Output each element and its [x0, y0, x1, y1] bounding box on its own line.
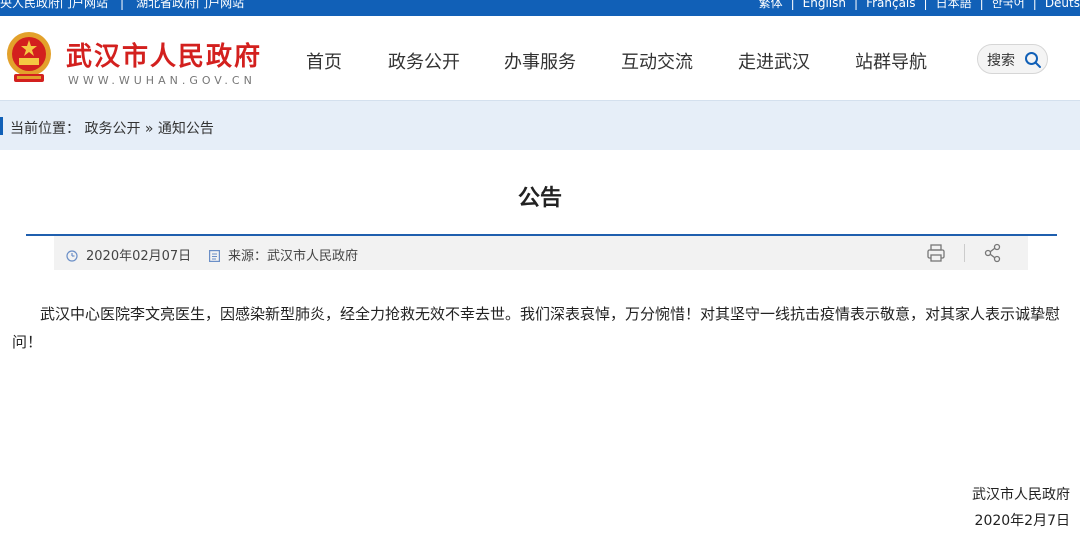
nav-interaction[interactable]: 互动交流: [621, 48, 693, 74]
lang-korean-link[interactable]: 한국어: [992, 0, 1025, 10]
lang-traditional-link[interactable]: 繁体: [759, 0, 783, 10]
nav-services[interactable]: 办事服务: [504, 48, 576, 74]
nav-about-wuhan[interactable]: 走进武汉: [738, 48, 810, 74]
nav-government-affairs[interactable]: 政务公开: [388, 48, 460, 74]
search-button[interactable]: 搜索: [977, 44, 1048, 74]
signature-org: 武汉市人民政府: [972, 487, 1070, 503]
article-meta-bar: 2020年02月07日 来源：武汉市人民政府: [54, 236, 1028, 270]
language-links: 繁体 | English | Français | 日本語 | 한국어 | Deuts: [759, 0, 1080, 10]
article-source: 来源：武汉市人民政府: [209, 245, 358, 264]
search-icon: [1025, 52, 1041, 68]
clock-icon: [66, 250, 78, 262]
site-url: WWW.WUHAN.GOV.CN: [68, 74, 256, 87]
lang-japanese-link[interactable]: 日本語: [936, 0, 972, 10]
print-icon[interactable]: [925, 242, 947, 264]
separator: |: [120, 0, 125, 10]
article-title: 公告: [517, 186, 562, 211]
publish-date: 2020年02月07日: [66, 245, 191, 264]
site-title[interactable]: 武汉市人民政府: [66, 36, 262, 73]
breadcrumb: 当前位置： 政务公开 » 通知公告: [0, 100, 1080, 150]
article-body: 武汉中心医院李文亮医生，因感染新型肺炎，经全力抢救无效不幸去世。我们深表哀悼，万…: [12, 305, 1061, 351]
article-actions: [925, 242, 1004, 264]
national-emblem-icon[interactable]: [4, 30, 54, 86]
top-left-links: 央人民政府门户网站 | 湖北省政府门户网站: [0, 0, 244, 10]
signature-date: 2020年2月7日: [974, 513, 1070, 529]
action-divider: [964, 244, 965, 262]
search-label: 搜索: [987, 53, 1015, 69]
document-icon: [209, 250, 220, 262]
nav-home[interactable]: 首页: [306, 48, 342, 74]
top-links-bar: 央人民政府门户网站 | 湖北省政府门户网站 繁体 | English | Français |…: [0, 0, 1080, 16]
signature-block: 武汉市人民政府 2020年2月7日: [972, 482, 1070, 534]
site-header: 武汉市人民政府 WWW.WUHAN.GOV.CN 首页 政务公开 办事服务 互动…: [0, 16, 1080, 100]
publish-date-text: 2020年02月07日: [86, 249, 192, 264]
article-source-text: 来源：武汉市人民政府: [228, 249, 359, 264]
lang-french-link[interactable]: Français: [866, 0, 915, 10]
share-icon[interactable]: [982, 242, 1004, 264]
breadcrumb-marker: [0, 117, 3, 135]
central-gov-link[interactable]: 央人民政府门户网站: [0, 0, 108, 10]
lang-english-link[interactable]: English: [803, 0, 846, 10]
hubei-gov-link[interactable]: 湖北省政府门户网站: [136, 0, 244, 10]
breadcrumb-text[interactable]: 当前位置： 政务公开 » 通知公告: [10, 118, 214, 138]
nav-site-group[interactable]: 站群导航: [855, 48, 927, 74]
lang-german-link[interactable]: Deuts: [1045, 0, 1080, 10]
